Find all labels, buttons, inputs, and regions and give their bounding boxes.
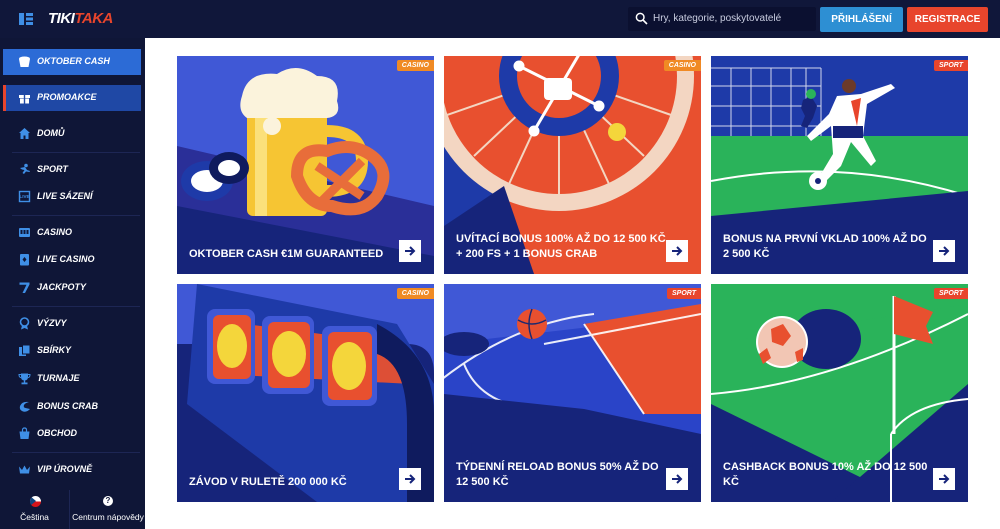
divider [12,452,140,453]
sidebar-item-casino[interactable]: CASINO [0,220,145,246]
sidebar-item-vyzvy[interactable]: VÝZVY [0,311,145,337]
arrow-button[interactable] [399,468,421,490]
arrow-right-icon [939,474,950,484]
sidebar-item-domu[interactable]: DOMŮ [0,121,145,147]
divider [12,306,140,307]
promo-card-weekly-reload[interactable]: SPORT TÝDENNÍ RELOAD BONUS 50% AŽ DO 12 … [444,284,701,502]
promo-title: UVÍTACÍ BONUS 100% AŽ DO 12 500 KČ + 200… [456,233,666,260]
czech-flag-icon [30,496,41,507]
arrow-right-icon [405,246,416,256]
promo-title: TÝDENNÍ RELOAD BONUS 50% AŽ DO 12 500 KČ [456,461,659,488]
slot-machine-illustration [177,284,434,502]
promo-title: CASHBACK BONUS 10% AŽ DO 12 500 KČ [723,461,928,488]
jackpot-icon [19,282,30,293]
sidebar: OKTOBER CASH PROMOAKCE DOMŮ SPORT LIVE L… [0,38,145,529]
sidebar-item-live-casino[interactable]: LIVE CASINO [0,247,145,273]
help-label: Centrum nápovědy [72,512,144,522]
search-placeholder: Hry, kategorie, poskytovatelé [653,13,782,24]
shop-icon [19,427,30,439]
menu-icon[interactable] [18,11,34,27]
promo-card-cashback[interactable]: SPORT CASHBACK BONUS 10% AŽ DO 12 500 KČ [711,284,968,502]
divider [12,152,140,153]
login-button[interactable]: PŘIHLÁŠENÍ [820,7,903,32]
casino-icon [19,228,30,237]
promo-title: OKTOBER CASH €1M GUARANTEED [189,248,384,260]
live-casino-icon [20,254,29,266]
arrow-right-icon [405,474,416,484]
promo-title: ZÁVOD V RULETĚ 200 000 KČ [189,476,347,488]
category-badge: SPORT [934,288,968,299]
category-badge: SPORT [667,288,701,299]
svg-text:LIVE: LIVE [19,194,29,199]
logo[interactable]: TIKITAKA [48,10,113,27]
collections-icon [19,344,31,356]
sidebar-item-vip-urovne[interactable]: VIP ÚROVNĚ [0,457,145,483]
language-label: Čeština [20,512,49,522]
sidebar-item-oktober-cash[interactable]: OKTOBER CASH [3,49,141,75]
category-badge: SPORT [934,60,968,71]
search-input[interactable]: Hry, kategorie, poskytovatelé [628,7,816,31]
home-icon [19,128,30,139]
crab-icon [19,401,30,412]
promo-title: BONUS NA PRVNÍ VKLAD 100% AŽ DO 2 500 KČ [723,233,927,260]
gift-icon [19,95,30,104]
promo-card-welcome-bonus[interactable]: CASINO UVÍTACÍ BONUS 100% AŽ DO 12 500 K… [444,56,701,274]
promo-card-roulette-race[interactable]: CASINO ZÁVOD V RULETĚ 200 000 KČ [177,284,434,502]
arrow-button[interactable] [666,240,688,262]
arrow-right-icon [672,246,683,256]
sport-icon [20,163,30,174]
sidebar-footer: Čeština ? Centrum nápovědy [0,490,145,529]
sidebar-item-live-sazeni[interactable]: LIVE LIVE SÁZENÍ [0,184,145,210]
help-icon: ? [103,496,113,506]
arrow-button[interactable] [933,240,955,262]
sidebar-item-jackpoty[interactable]: JACKPOTY [0,275,145,301]
arrow-right-icon [939,246,950,256]
sidebar-item-sbirky[interactable]: SBÍRKY [0,338,145,364]
arrow-button[interactable] [666,468,688,490]
arrow-button[interactable] [399,240,421,262]
help-center-link[interactable]: ? Centrum nápovědy [71,490,145,529]
sidebar-item-promoakce[interactable]: PROMOAKCE [3,85,141,111]
category-badge: CASINO [396,60,434,71]
category-badge: CASINO [396,288,434,299]
live-betting-icon: LIVE [18,190,31,203]
promo-card-first-deposit[interactable]: SPORT BONUS NA PRVNÍ VKLAD 100% AŽ DO 2 … [711,56,968,274]
sidebar-item-obchod[interactable]: OBCHOD [0,421,145,447]
arrow-button[interactable] [933,468,955,490]
category-badge: CASINO [663,60,701,71]
sidebar-item-turnaje[interactable]: TURNAJE [0,366,145,392]
top-bar: TIKITAKA Hry, kategorie, poskytovatelé P… [0,0,1000,38]
language-selector[interactable]: Čeština [0,490,70,529]
challenges-icon [19,317,30,330]
bucket-icon [19,56,30,67]
search-icon [635,12,648,25]
register-button[interactable]: REGISTRACE [907,7,988,32]
divider [12,215,140,216]
arrow-right-icon [672,474,683,484]
crown-icon [19,465,30,474]
sidebar-item-bonus-crab[interactable]: BONUS CRAB [0,394,145,420]
promo-card-oktober-cash[interactable]: CASINO OKTOBER CASH €1M GUARANTEED [177,56,434,274]
trophy-icon [18,373,31,385]
sidebar-item-sport[interactable]: SPORT [0,157,145,183]
beer-and-pretzel-illustration [177,56,434,274]
